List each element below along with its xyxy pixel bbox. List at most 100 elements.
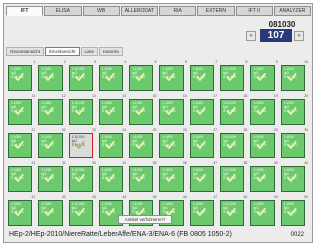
well-50[interactable]: 50 1:1000 IgG S.Nr.200 (280, 195, 309, 227)
well-33[interactable]: 33 1:10.000 IgG S.Nr.183 (68, 161, 97, 193)
well-12[interactable]: 12 1:1000 IgG S.Nr.162 (38, 94, 66, 126)
view-tab-liste[interactable]: Liste (80, 47, 99, 56)
well-tile[interactable]: 1:1000 IgG S.Nr.177 (189, 132, 215, 159)
tab-analyzer[interactable]: ANALYZER (273, 6, 311, 16)
well-tile[interactable]: 1:10.000 IgG S.Nr.178 (220, 132, 245, 159)
well-tile[interactable]: 1:1000 IgG S.Nr.174 (98, 132, 124, 159)
well-tile[interactable]: 1:1000 IgG S.Nr.175 (129, 132, 154, 159)
well-tile[interactable]: 1:1000 IgG S.Nr.151 (8, 65, 33, 91)
tab-allerodat[interactable]: ALLERODAT (120, 6, 158, 16)
well-tile[interactable]: 1:1000 IgG S.Nr.186 (159, 166, 184, 193)
well-10[interactable]: 10 1:1000 IgG S.Nr.160 (280, 60, 309, 92)
well-tile[interactable]: 1:1000 IgG S.Nr.187 (189, 166, 215, 193)
well-25[interactable]: 25 1:1000 IgG S.Nr.175 (129, 128, 157, 160)
view-tab-kamera[interactable]: Kamera (99, 47, 123, 56)
well-19[interactable]: 19 1:1000 IgG S.Nr.169 (250, 94, 278, 126)
well-tile[interactable]: 1:1000 IgG S.Nr.170 (280, 98, 305, 125)
well-13[interactable]: 13 1:10.000 IgG S.Nr.163 (68, 94, 97, 126)
well-tile[interactable]: 1:1000 IgG S.Nr.191 (8, 200, 33, 226)
well-27[interactable]: 27 1:1000 IgG S.Nr.177 (189, 128, 218, 160)
well-tile[interactable]: 1:1000 IgG S.Nr.160 (280, 65, 305, 91)
well-tile[interactable]: 1:10.000 IgG S.Nr.188 (220, 166, 245, 193)
well-34[interactable]: 34 1:1000 IgG S.Nr.184 (98, 161, 127, 193)
well-7[interactable]: 7 1:1000 IgG S.Nr.157 (189, 60, 218, 92)
well-26[interactable]: 26 1:1000 IgG S.Nr.176 (159, 128, 187, 160)
well-1[interactable]: 1 1:1000 IgG S.Nr.151 (8, 60, 36, 92)
well-tile[interactable]: 1:1000 IgG S.Nr.171 (8, 132, 33, 159)
well-40[interactable]: 40 1:1000 IgG S.Nr.190 (280, 161, 309, 193)
well-39[interactable]: 39 1:1000 IgG S.Nr.189 (250, 161, 278, 193)
tab-wb[interactable]: WB (82, 6, 120, 16)
well-tile[interactable]: 1:1000 IgG S.Nr.184 (98, 166, 124, 193)
well-tile[interactable]: 1:10.000 IgG S.Nr.183 (68, 166, 93, 193)
well-4[interactable]: 4 1:1000 IgG S.Nr.154 (98, 60, 127, 92)
well-31[interactable]: 31 1:1000 IgG S.Nr.181 (8, 161, 36, 193)
well-21[interactable]: 21 1:1000 IgG S.Nr.171 (8, 128, 36, 160)
well-28[interactable]: 28 1:10.000 IgG S.Nr.178 (220, 128, 248, 160)
well-14[interactable]: 14 1:1000 IgG S.Nr.164 (98, 94, 127, 126)
well-42[interactable]: 42 1:1000 IgG S.Nr.192 (38, 195, 66, 227)
well-36[interactable]: 36 1:1000 IgG S.Nr.186 (159, 161, 187, 193)
well-tile[interactable]: 1:1000 IgG S.Nr.182 (38, 166, 63, 193)
well-tile[interactable]: 1:1000 IgG S.Nr.166 (159, 98, 184, 125)
well-41[interactable]: 41 1:1000 IgG S.Nr.191 (8, 195, 36, 227)
well-35[interactable]: 35 1:1000 IgG S.Nr.185 (129, 161, 157, 193)
well-24[interactable]: 24 1:1000 IgG S.Nr.174 (98, 128, 127, 160)
well-9[interactable]: 9 1:1000 IgG S.Nr.159 (250, 60, 278, 92)
well-32[interactable]: 32 1:1000 IgG S.Nr.182 (38, 161, 66, 193)
previous-sample-button[interactable]: « (246, 31, 256, 41)
well-tile[interactable]: 1:1000 IgG S.Nr.172 (38, 132, 63, 159)
well-tile[interactable]: 1:1000 IgG S.Nr.167 (189, 98, 215, 125)
well-tile[interactable]: 1:1000 IgG S.Nr.156 (159, 65, 184, 91)
well-tile[interactable]: 1:1000 IgG S.Nr.169 (250, 98, 275, 125)
tab-extern[interactable]: EXTERN (197, 6, 235, 16)
well-tile[interactable]: 1:1000 IgG S.Nr.154 (98, 65, 124, 91)
well-tile[interactable]: 1:1000 IgG S.Nr.157 (189, 65, 215, 91)
well-tile[interactable]: 1:1000 IgG S.Nr.189 (250, 166, 275, 193)
well-tile[interactable]: 1:1000 IgG S.Nr.197 (189, 200, 215, 226)
well-tile[interactable]: 1:1000 IgG S.Nr.190 (280, 166, 305, 193)
well-tile[interactable]: 1:1000 IgG S.Nr.152 (38, 65, 63, 91)
next-sample-button[interactable]: » (294, 31, 304, 41)
tab-elisa[interactable]: ELISA (44, 6, 82, 16)
well-tile[interactable]: 1:1000 IgG S.Nr.180 (280, 132, 305, 159)
well-tile[interactable]: 1:10.000 IgG S.Nr.193 (68, 200, 93, 226)
well-16[interactable]: 16 1:1000 IgG S.Nr.166 (159, 94, 187, 126)
well-43[interactable]: 43 1:10.000 IgG S.Nr.193 (68, 195, 97, 227)
well-5[interactable]: 5 1:1000 IgG S.Nr.155 (129, 60, 157, 92)
well-47[interactable]: 47 1:1000 IgG S.Nr.197 (189, 195, 218, 227)
tab-ift-ii[interactable]: IFT II (235, 6, 273, 16)
well-tile[interactable]: 1:1000 IgG S.Nr.159 (250, 65, 275, 91)
well-tile[interactable]: 1:1000 IgG S.Nr.165 (129, 98, 154, 125)
view-tab-einzelansicht[interactable]: Einzelansicht (45, 47, 80, 56)
well-20[interactable]: 20 1:1000 IgG S.Nr.170 (280, 94, 309, 126)
well-tile[interactable]: 1:10.000 IgG S.Nr.198 (220, 200, 245, 226)
well-49[interactable]: 49 1:1000 IgG S.Nr.199 (250, 195, 278, 227)
well-22[interactable]: 22 1:1000 IgG S.Nr.172 (38, 128, 66, 160)
well-tile[interactable]: 1:1000 IgG S.Nr.179 (250, 132, 275, 159)
well-3[interactable]: 3 1:10.000 IgG S.Nr.153 (68, 60, 97, 92)
well-11[interactable]: 11 1:1000 IgG S.Nr.161 (8, 94, 36, 126)
well-tile[interactable]: 1:1000 IgG S.Nr.185 (129, 166, 154, 193)
well-tile[interactable]: 1:1000 IgG S.Nr.164 (98, 98, 124, 125)
well-tile[interactable]: 1:10.000 IgG S.Nr.173 (68, 132, 93, 159)
well-tile[interactable]: 1:1000 IgG S.Nr.155 (129, 65, 154, 91)
well-tile[interactable]: 1:10.000 IgG S.Nr.168 (220, 98, 245, 125)
tab-ift[interactable]: IFT (6, 6, 44, 16)
well-15[interactable]: 15 1:1000 IgG S.Nr.165 (129, 94, 157, 126)
well-29[interactable]: 29 1:1000 IgG S.Nr.179 (250, 128, 278, 160)
well-tile[interactable]: 1:1000 IgG S.Nr.200 (280, 200, 305, 226)
well-tile[interactable]: 1:1000 IgG S.Nr.161 (8, 98, 33, 125)
well-38[interactable]: 38 1:10.000 IgG S.Nr.188 (220, 161, 248, 193)
sample-number-field[interactable]: 107 (260, 29, 292, 42)
well-37[interactable]: 37 1:1000 IgG S.Nr.187 (189, 161, 218, 193)
confirm-button[interactable]: Antikel verfolzieren? (118, 215, 172, 224)
well-2[interactable]: 2 1:1000 IgG S.Nr.152 (38, 60, 66, 92)
well-tile[interactable]: 1:1000 IgG S.Nr.162 (38, 98, 63, 125)
well-tile[interactable]: 1:10.000 IgG S.Nr.153 (68, 65, 93, 91)
well-48[interactable]: 48 1:10.000 IgG S.Nr.198 (220, 195, 248, 227)
well-18[interactable]: 18 1:10.000 IgG S.Nr.168 (220, 94, 248, 126)
well-30[interactable]: 30 1:1000 IgG S.Nr.180 (280, 128, 309, 160)
well-8[interactable]: 8 1:10.000 IgG S.Nr.158 (220, 60, 248, 92)
view-tab-gesamtansicht[interactable]: Gesamtansicht (6, 47, 45, 56)
